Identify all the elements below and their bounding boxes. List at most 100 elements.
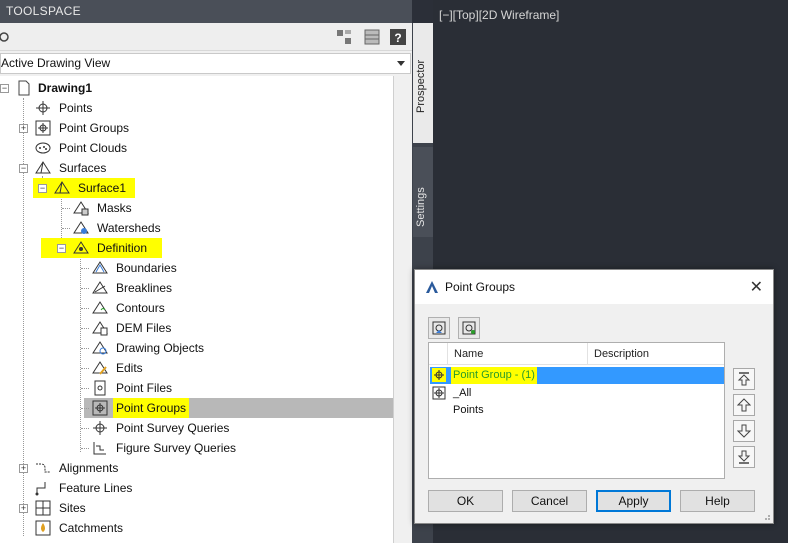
tab-prospector[interactable]: Prospector	[413, 23, 433, 143]
cancel-button[interactable]: Cancel	[512, 490, 587, 512]
autodesk-logo-icon	[426, 281, 438, 293]
tree-item-label: Alignments	[59, 461, 119, 475]
tree-item-label: Feature Lines	[59, 481, 133, 495]
help-button[interactable]: Help	[680, 490, 755, 512]
point-file-icon	[94, 380, 106, 396]
arrow-down-icon	[737, 424, 751, 438]
point-cloud-icon	[35, 142, 51, 154]
breakline-icon	[92, 281, 108, 294]
dialog-title: Point Groups	[445, 280, 516, 294]
watershed-icon	[73, 221, 89, 234]
expand-icon[interactable]: +	[19, 124, 28, 133]
view-select-value: Active Drawing View	[1, 56, 111, 70]
move-bottom-icon	[737, 450, 751, 464]
list-row-name: Point Group - (1)	[451, 367, 537, 384]
collapse-icon[interactable]: −	[57, 244, 66, 253]
help-icon[interactable]: ?	[390, 29, 406, 45]
list-row[interactable]: Point Group - (1)	[430, 367, 724, 384]
column-header-name[interactable]: Name	[447, 343, 587, 365]
drawing-object-icon	[92, 341, 108, 355]
grid-icon[interactable]	[364, 29, 380, 45]
tab-settings-label: Settings	[415, 187, 427, 227]
tree-item-label: Watersheds	[97, 221, 161, 235]
expand-icon[interactable]: +	[19, 464, 28, 473]
move-to-bottom-button[interactable]	[733, 446, 755, 468]
point-group-icon	[35, 120, 51, 136]
move-up-button[interactable]	[733, 394, 755, 416]
tree-item-label: Point Groups	[59, 121, 130, 135]
tree-item-label: Breaklines	[116, 281, 173, 295]
dem-file-icon	[92, 321, 108, 336]
point-group-icon	[432, 368, 446, 382]
edit-icon	[92, 361, 108, 375]
update-button[interactable]	[458, 317, 480, 339]
tree-item-label: Figure Survey Queries	[116, 441, 237, 455]
point-groups-dialog: Point Groups ✕ Name Description Point Gr…	[414, 269, 774, 524]
mask-icon	[73, 201, 89, 216]
tree-item-label: Contours	[116, 301, 165, 315]
column-header-description[interactable]: Description	[587, 343, 724, 365]
tree-item-label: Drawing1	[38, 81, 93, 95]
tree-item-label: Sites	[59, 501, 86, 515]
tree-item-label: Points	[59, 101, 93, 115]
dialog-title-bar: Point Groups ✕	[415, 270, 773, 304]
tree-item-label: Surface1	[78, 181, 127, 195]
tree-scrollbar[interactable]	[395, 76, 412, 543]
site-icon	[35, 500, 51, 516]
point-icon	[36, 101, 50, 115]
tree-item-label: Catchments	[59, 521, 124, 535]
tree-item-label: Point Files	[116, 381, 173, 395]
resize-grip-icon[interactable]	[761, 511, 771, 521]
collapse-icon[interactable]: −	[0, 84, 9, 93]
tree-item-label: DEM Files	[116, 321, 172, 335]
view-select[interactable]: Active Drawing View	[0, 53, 411, 74]
list-row-name: _All Points	[453, 387, 484, 416]
surface-icon	[54, 181, 70, 194]
collapse-icon[interactable]: −	[38, 184, 47, 193]
point-group-icon	[92, 400, 108, 416]
point-group-update-icon	[462, 321, 476, 335]
catchment-icon	[35, 520, 51, 536]
feature-line-icon	[35, 482, 46, 496]
point-groups-list: Name Description Point Group - (1) _All …	[428, 342, 725, 479]
svg-text:?: ?	[394, 31, 401, 45]
tree-item-label: Definition	[97, 241, 148, 255]
tree-item-label: Edits	[116, 361, 143, 375]
prospector-tree: − Drawing1 Points + Point Groups Point C…	[0, 76, 394, 543]
close-icon[interactable]: ✕	[750, 277, 763, 297]
tree-item-label: Point Survey Queries	[116, 421, 230, 435]
properties-button[interactable]	[428, 317, 450, 339]
tree-item-label: Masks	[97, 201, 132, 215]
list-header: Name Description	[429, 343, 724, 365]
apply-button[interactable]: Apply	[596, 490, 671, 512]
tab-settings[interactable]: Settings	[413, 147, 433, 237]
drawing-icon	[18, 80, 30, 96]
alignment-icon	[36, 463, 50, 473]
move-down-button[interactable]	[733, 420, 755, 442]
surface-icon	[35, 161, 51, 174]
tree-item-label: Point Clouds	[59, 141, 128, 155]
toggle-icon[interactable]	[0, 29, 12, 45]
tree-item-label: Point Groups	[113, 398, 190, 418]
expand-icon[interactable]: +	[19, 504, 28, 513]
point-group-properties-icon	[432, 321, 446, 335]
survey-query-icon	[93, 421, 107, 435]
layout-icon[interactable]	[336, 29, 352, 45]
toolspace-title: TOOLSPACE	[0, 0, 412, 23]
tree-item-label: Drawing Objects	[116, 341, 205, 355]
move-top-icon	[737, 372, 751, 386]
toolspace-toolbar: ?	[0, 23, 412, 51]
tree-item-label: Boundaries	[116, 261, 177, 275]
ok-button[interactable]: OK	[428, 490, 503, 512]
toolspace-panel: TOOLSPACE ? Active Drawing View − Drawin…	[0, 0, 412, 543]
boundary-icon	[92, 261, 108, 274]
definition-icon	[73, 241, 89, 254]
tab-prospector-label: Prospector	[415, 59, 427, 113]
move-to-top-button[interactable]	[733, 368, 755, 390]
viewport-controls-label[interactable]: [−][Top][2D Wireframe]	[439, 8, 559, 22]
chevron-down-icon	[397, 61, 405, 66]
point-group-icon	[432, 386, 446, 400]
collapse-icon[interactable]: −	[19, 164, 28, 173]
tree-item-label: Surfaces	[59, 161, 107, 175]
arrow-up-icon	[737, 398, 751, 412]
